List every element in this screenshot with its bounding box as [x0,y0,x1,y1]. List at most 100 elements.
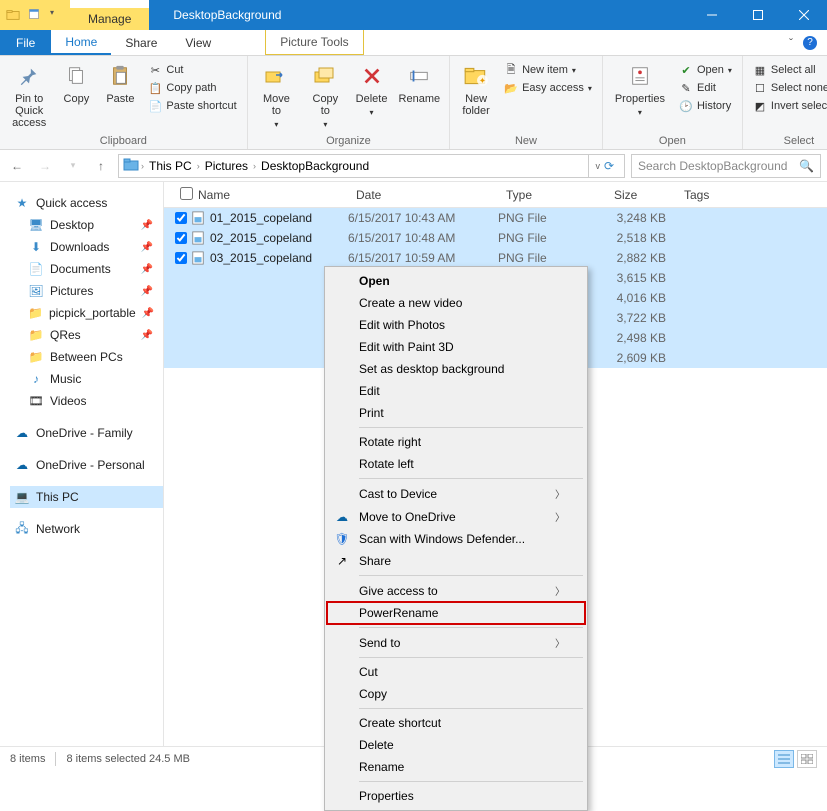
chevron-right-icon: 〉 [555,635,565,650]
cm-cast[interactable]: Cast to Device〉 [327,482,585,505]
cm-move-onedrive[interactable]: ☁Move to OneDrive〉 [327,505,585,528]
column-type[interactable]: Type [498,188,606,202]
sidebar-item-between-pcs[interactable]: 📁Between PCs [10,346,163,368]
table-row[interactable]: 02_2015_copeland6/15/2017 10:48 AMPNG Fi… [164,228,827,248]
cm-cut[interactable]: Cut [327,661,585,683]
help-icon[interactable]: ? [803,36,817,50]
file-tab[interactable]: File [0,30,51,55]
sidebar-item-network[interactable]: 🖧Network [10,518,163,540]
row-checkbox[interactable] [172,212,190,224]
sidebar-item-picpick[interactable]: 📁picpick_portable📌 [10,302,163,324]
back-button[interactable]: ← [6,155,28,177]
sidebar-item-documents[interactable]: 📄Documents📌 [10,258,163,280]
open-group: Properties▾ ✔Open ▾ ✎Edit 🕑History Open [603,56,743,149]
cut-button[interactable]: ✂Cut [144,62,240,78]
cm-edit-paint3d[interactable]: Edit with Paint 3D [327,336,585,358]
select-all-checkbox[interactable] [172,187,190,203]
cm-set-bg[interactable]: Set as desktop background [327,358,585,380]
qat-dropdown-icon[interactable]: ▾ [50,8,64,22]
cm-share[interactable]: ↗Share [327,550,585,572]
view-tab[interactable]: View [171,30,225,55]
sidebar-item-pictures[interactable]: 🖼Pictures📌 [10,280,163,302]
select-none-button[interactable]: ☐Select none [749,80,827,96]
forward-button[interactable]: → [34,155,56,177]
cm-print[interactable]: Print [327,402,585,424]
rename-button[interactable]: Rename [396,58,444,109]
delete-button[interactable]: Delete▾ [352,58,392,121]
sidebar-item-desktop[interactable]: 🖥Desktop📌 [10,214,163,236]
cm-rename[interactable]: Rename [327,756,585,778]
open-button[interactable]: ✔Open ▾ [675,62,736,78]
file-list[interactable]: Name Date Type Size Tags 01_2015_copelan… [164,182,827,750]
cm-rotate-right[interactable]: Rotate right [327,431,585,453]
maximize-button[interactable] [735,0,781,30]
sidebar-item-quick-access[interactable]: ★Quick access [10,192,163,214]
cm-open[interactable]: Open [327,270,585,292]
this-pc-icon: 💻 [14,489,30,505]
select-all-button[interactable]: ▦Select all [749,62,827,78]
cm-create-video[interactable]: Create a new video [327,292,585,314]
properties-button[interactable]: Properties▾ [609,58,671,121]
cm-edit-photos[interactable]: Edit with Photos [327,314,585,336]
share-tab[interactable]: Share [111,30,171,55]
paste-shortcut-button[interactable]: 📄Paste shortcut [144,98,240,114]
column-name[interactable]: Name [190,188,348,202]
column-size[interactable]: Size [606,188,676,202]
search-input[interactable]: Search DesktopBackground 🔍 [631,154,821,178]
close-button[interactable] [781,0,827,30]
cm-give-access[interactable]: Give access to〉 [327,579,585,602]
address-dropdown-icon[interactable]: v [595,161,600,171]
cm-scan-defender[interactable]: 🛡Scan with Windows Defender... [327,528,585,550]
recent-dropdown[interactable]: ▾ [62,155,84,177]
sidebar-item-this-pc[interactable]: 💻This PC [10,486,163,508]
breadcrumb[interactable]: › This PC › Pictures › DesktopBackground… [118,154,625,178]
column-date[interactable]: Date [348,188,498,202]
refresh-icon[interactable]: ⟳ [604,159,614,173]
cm-rotate-left[interactable]: Rotate left [327,453,585,475]
crumb-pictures[interactable]: Pictures [202,159,251,173]
details-view-button[interactable] [774,750,794,768]
crumb-folder[interactable]: DesktopBackground [258,159,372,173]
cm-edit[interactable]: Edit [327,380,585,402]
history-button[interactable]: 🕑History [675,98,736,114]
row-checkbox[interactable] [172,232,190,244]
minimize-button[interactable] [689,0,735,30]
cm-powerrename[interactable]: PowerRename [327,602,585,624]
sidebar-item-qres[interactable]: 📁QRes📌 [10,324,163,346]
navigation-pane[interactable]: ★Quick access 🖥Desktop📌 ⬇Downloads📌 📄Doc… [0,182,164,750]
manage-tab[interactable]: Manage [70,8,149,30]
pin-to-quick-access-button[interactable]: Pin to Quick access [6,58,52,133]
copy-to-button[interactable]: Copy to▾ [303,58,347,133]
sidebar-item-music[interactable]: ♪Music [10,368,163,390]
properties-icon[interactable] [28,8,42,22]
thumbnails-view-button[interactable] [797,750,817,768]
move-to-button[interactable]: Move to▾ [254,58,299,133]
edit-button[interactable]: ✎Edit [675,80,736,96]
new-folder-button[interactable]: ✦ New folder [456,58,496,121]
sidebar-item-downloads[interactable]: ⬇Downloads📌 [10,236,163,258]
sidebar-item-videos[interactable]: 🎞Videos [10,390,163,412]
easy-access-button[interactable]: 📂Easy access ▾ [500,80,596,96]
table-row[interactable]: 01_2015_copeland6/15/2017 10:43 AMPNG Fi… [164,208,827,228]
row-checkbox[interactable] [172,252,190,264]
new-item-button[interactable]: 🗎New item ▾ [500,62,596,78]
sidebar-item-onedrive-family[interactable]: ☁OneDrive - Family [10,422,163,444]
ribbon-collapse-icon[interactable]: ˇ [789,36,793,50]
table-row[interactable]: 03_2015_copeland6/15/2017 10:59 AMPNG Fi… [164,248,827,268]
home-tab[interactable]: Home [51,30,111,55]
copy-path-button[interactable]: 📋Copy path [144,80,240,96]
column-tags[interactable]: Tags [676,188,827,202]
sidebar-item-onedrive-personal[interactable]: ☁OneDrive - Personal [10,454,163,476]
cm-send-to[interactable]: Send to〉 [327,631,585,654]
cm-delete[interactable]: Delete [327,734,585,756]
pin-icon: 📌 [141,264,153,275]
crumb-this-pc[interactable]: This PC [146,159,195,173]
copy-button[interactable]: Copy [56,58,96,109]
cm-create-shortcut[interactable]: Create shortcut [327,712,585,734]
cm-properties[interactable]: Properties [327,785,585,807]
cm-copy[interactable]: Copy [327,683,585,705]
paste-button[interactable]: Paste [100,58,140,109]
up-button[interactable]: ↑ [90,155,112,177]
invert-selection-button[interactable]: ◩Invert selection [749,98,827,114]
picture-tools-tab[interactable]: Picture Tools [265,30,363,55]
